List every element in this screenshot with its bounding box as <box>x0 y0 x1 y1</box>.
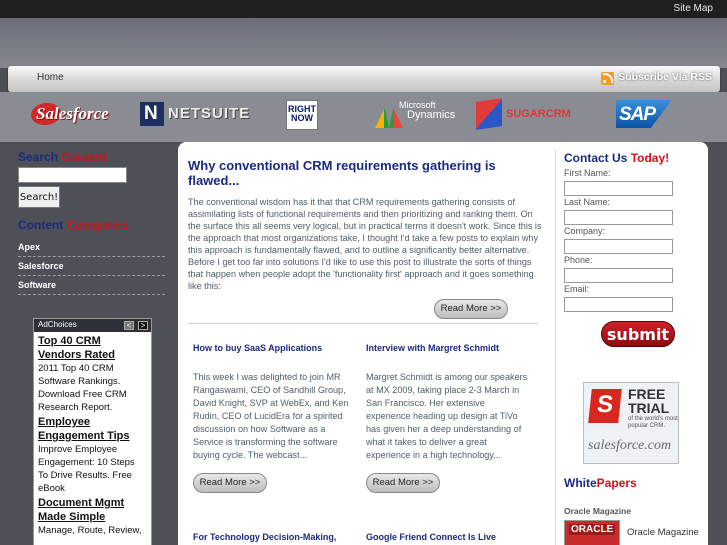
categories-heading-part1: Content <box>18 218 64 232</box>
ad-title-crm-vendors[interactable]: Top 40 CRM Vendors Rated <box>38 334 147 362</box>
email-field[interactable] <box>564 297 673 312</box>
microsoft-dynamics-logo[interactable]: Microsoft Dynamics <box>375 100 465 130</box>
category-item-software[interactable]: Software <box>18 276 165 295</box>
ad-next-icon[interactable]: > <box>138 321 148 330</box>
dynamics-logo-text: Dynamics <box>407 109 456 121</box>
post-saas: How to buy SaaS Applications This week I… <box>193 343 355 462</box>
post-saas-body: This week I was delighted to join MR Ran… <box>193 372 349 460</box>
category-item-apex[interactable]: Apex <box>18 238 165 257</box>
feature-post-body: The conventional wisdom has it that that… <box>188 197 542 291</box>
adchoices-bar: AdChoices < > <box>34 319 151 332</box>
contact-heading-part2: Today! <box>630 151 670 165</box>
rss-icon[interactable] <box>601 72 614 85</box>
post-technology: For Technology Decision-Making, <box>193 532 355 542</box>
ad-title-employee-engagement[interactable]: Employee Engagement Tips <box>38 415 147 443</box>
post-technology-title[interactable]: For Technology Decision-Making, <box>193 532 355 542</box>
category-list: Apex Salesforce Software <box>18 238 168 295</box>
feature-post: Why conventional CRM requirements gather… <box>188 158 544 292</box>
email-label: Email: <box>564 284 590 294</box>
last-name-field[interactable] <box>564 210 673 225</box>
main-content: Why conventional CRM requirements gather… <box>178 142 556 545</box>
phone-field[interactable] <box>564 268 673 283</box>
rightnow-logo-text-2: NOW <box>291 113 313 123</box>
whitepapers-heading-part2: Papers <box>596 476 637 490</box>
submit-button[interactable]: submit <box>601 321 675 347</box>
post-interview-body: Margret Schmidt is among our speakers at… <box>366 372 528 460</box>
rightnow-logo[interactable]: RIGHT NOW <box>286 100 318 130</box>
search-heading-part2: Content <box>61 150 107 164</box>
whitepapers-heading-part1: White <box>564 476 597 490</box>
post-interview-read-more-button[interactable]: Read More >> <box>366 473 440 493</box>
free-trial-text: FREE TRIAL <box>628 386 670 416</box>
categories-heading: Content Categories <box>18 218 168 232</box>
ad-title-document-mgmt[interactable]: Document Mgmt Made Simple <box>38 496 147 524</box>
oracle-magazine-link[interactable]: Oracle Magazine <box>627 527 699 538</box>
company-label: Company: <box>564 226 606 236</box>
post-google-friend-connect: Google Friend Connect Is Live <box>366 532 528 542</box>
post-interview: Interview with Margret Schmidt Margret S… <box>366 343 528 462</box>
salesforce-free-trial-banner[interactable]: FREE TRIAL of the world's most popular C… <box>583 382 679 464</box>
top-bar: Site Map <box>0 0 727 18</box>
sugarcrm-logo-text: SUGARCRM <box>506 108 571 120</box>
contact-heading: Contact Us Today! <box>564 151 669 165</box>
category-item-salesforce[interactable]: Salesforce <box>18 257 165 276</box>
salesforce-s-icon <box>588 389 622 423</box>
ad-text-employee-engagement: Improve Employee Engagement: 10 Steps To… <box>38 444 135 494</box>
contact-heading-part1: Contact Us <box>564 151 628 165</box>
sap-logo-text: SAP <box>619 104 656 125</box>
post-interview-title[interactable]: Interview with Margret Schmidt <box>366 343 528 353</box>
salesforce-brand-text: salesforce.com <box>588 438 672 453</box>
nav-home-link[interactable]: Home <box>37 72 64 83</box>
oracle-magazine-thumbnail[interactable]: ORACLE <box>564 520 620 545</box>
oracle-logo-text: ORACLE <box>569 524 616 535</box>
post-saas-read-more-button[interactable]: Read More >> <box>193 473 267 493</box>
adchoices-label[interactable]: AdChoices <box>38 320 77 329</box>
netsuite-logo[interactable]: NETSUITE <box>140 101 249 129</box>
free-trial-subtext: of the world's most popular CRM. <box>628 416 678 429</box>
content-divider <box>188 323 538 324</box>
netsuite-n-icon <box>140 102 164 126</box>
feature-read-more-button[interactable]: Read More >> <box>434 299 508 319</box>
left-sidebar: Search Content Search! Content Categorie… <box>18 150 168 295</box>
ad-text-crm-vendors: 2011 Top 40 CRM Software Rankings. Downl… <box>38 363 127 413</box>
categories-heading-part2: Categories <box>66 218 129 232</box>
post-google-title[interactable]: Google Friend Connect Is Live <box>366 532 528 542</box>
salesforce-logo[interactable]: Salesforce <box>29 100 117 128</box>
first-name-field[interactable] <box>564 181 673 196</box>
last-name-label: Last Name: <box>564 197 611 207</box>
right-sidebar: Contact Us Today! First Name: Last Name:… <box>556 142 708 545</box>
main-navbar: Home Subscribe Via RSS <box>8 66 720 92</box>
search-input[interactable] <box>18 167 127 183</box>
search-button[interactable]: Search! <box>18 186 60 208</box>
site-map-link[interactable]: Site Map <box>674 3 713 14</box>
netsuite-logo-text: NETSUITE <box>168 105 251 122</box>
search-heading: Search Content <box>18 150 168 164</box>
sugarcrm-cube-icon <box>476 98 502 130</box>
header-band <box>0 18 727 68</box>
first-name-label: First Name: <box>564 168 611 178</box>
oracle-magazine-heading: Oracle Magazine <box>564 506 632 516</box>
ad-text-document-mgmt: Manage, Route, Review, <box>38 525 142 536</box>
sugarcrm-logo[interactable]: SUGARCRM <box>476 98 596 130</box>
phone-label: Phone: <box>564 255 593 265</box>
subscribe-rss-link[interactable]: Subscribe Via RSS <box>618 71 712 83</box>
salesforce-logo-text: Salesforce <box>36 104 109 123</box>
dynamics-icon <box>375 108 403 128</box>
ad-prev-icon[interactable]: < <box>124 321 134 330</box>
ad-items: Top 40 CRM Vendors Rated 2011 Top 40 CRM… <box>34 332 151 538</box>
feature-post-title[interactable]: Why conventional CRM requirements gather… <box>188 158 544 188</box>
whitepapers-heading: WhitePapers <box>564 476 637 490</box>
post-saas-title[interactable]: How to buy SaaS Applications <box>193 343 355 353</box>
search-heading-part1: Search <box>18 150 59 164</box>
company-field[interactable] <box>564 239 673 254</box>
ad-panel: AdChoices < > Top 40 CRM Vendors Rated 2… <box>33 318 152 545</box>
